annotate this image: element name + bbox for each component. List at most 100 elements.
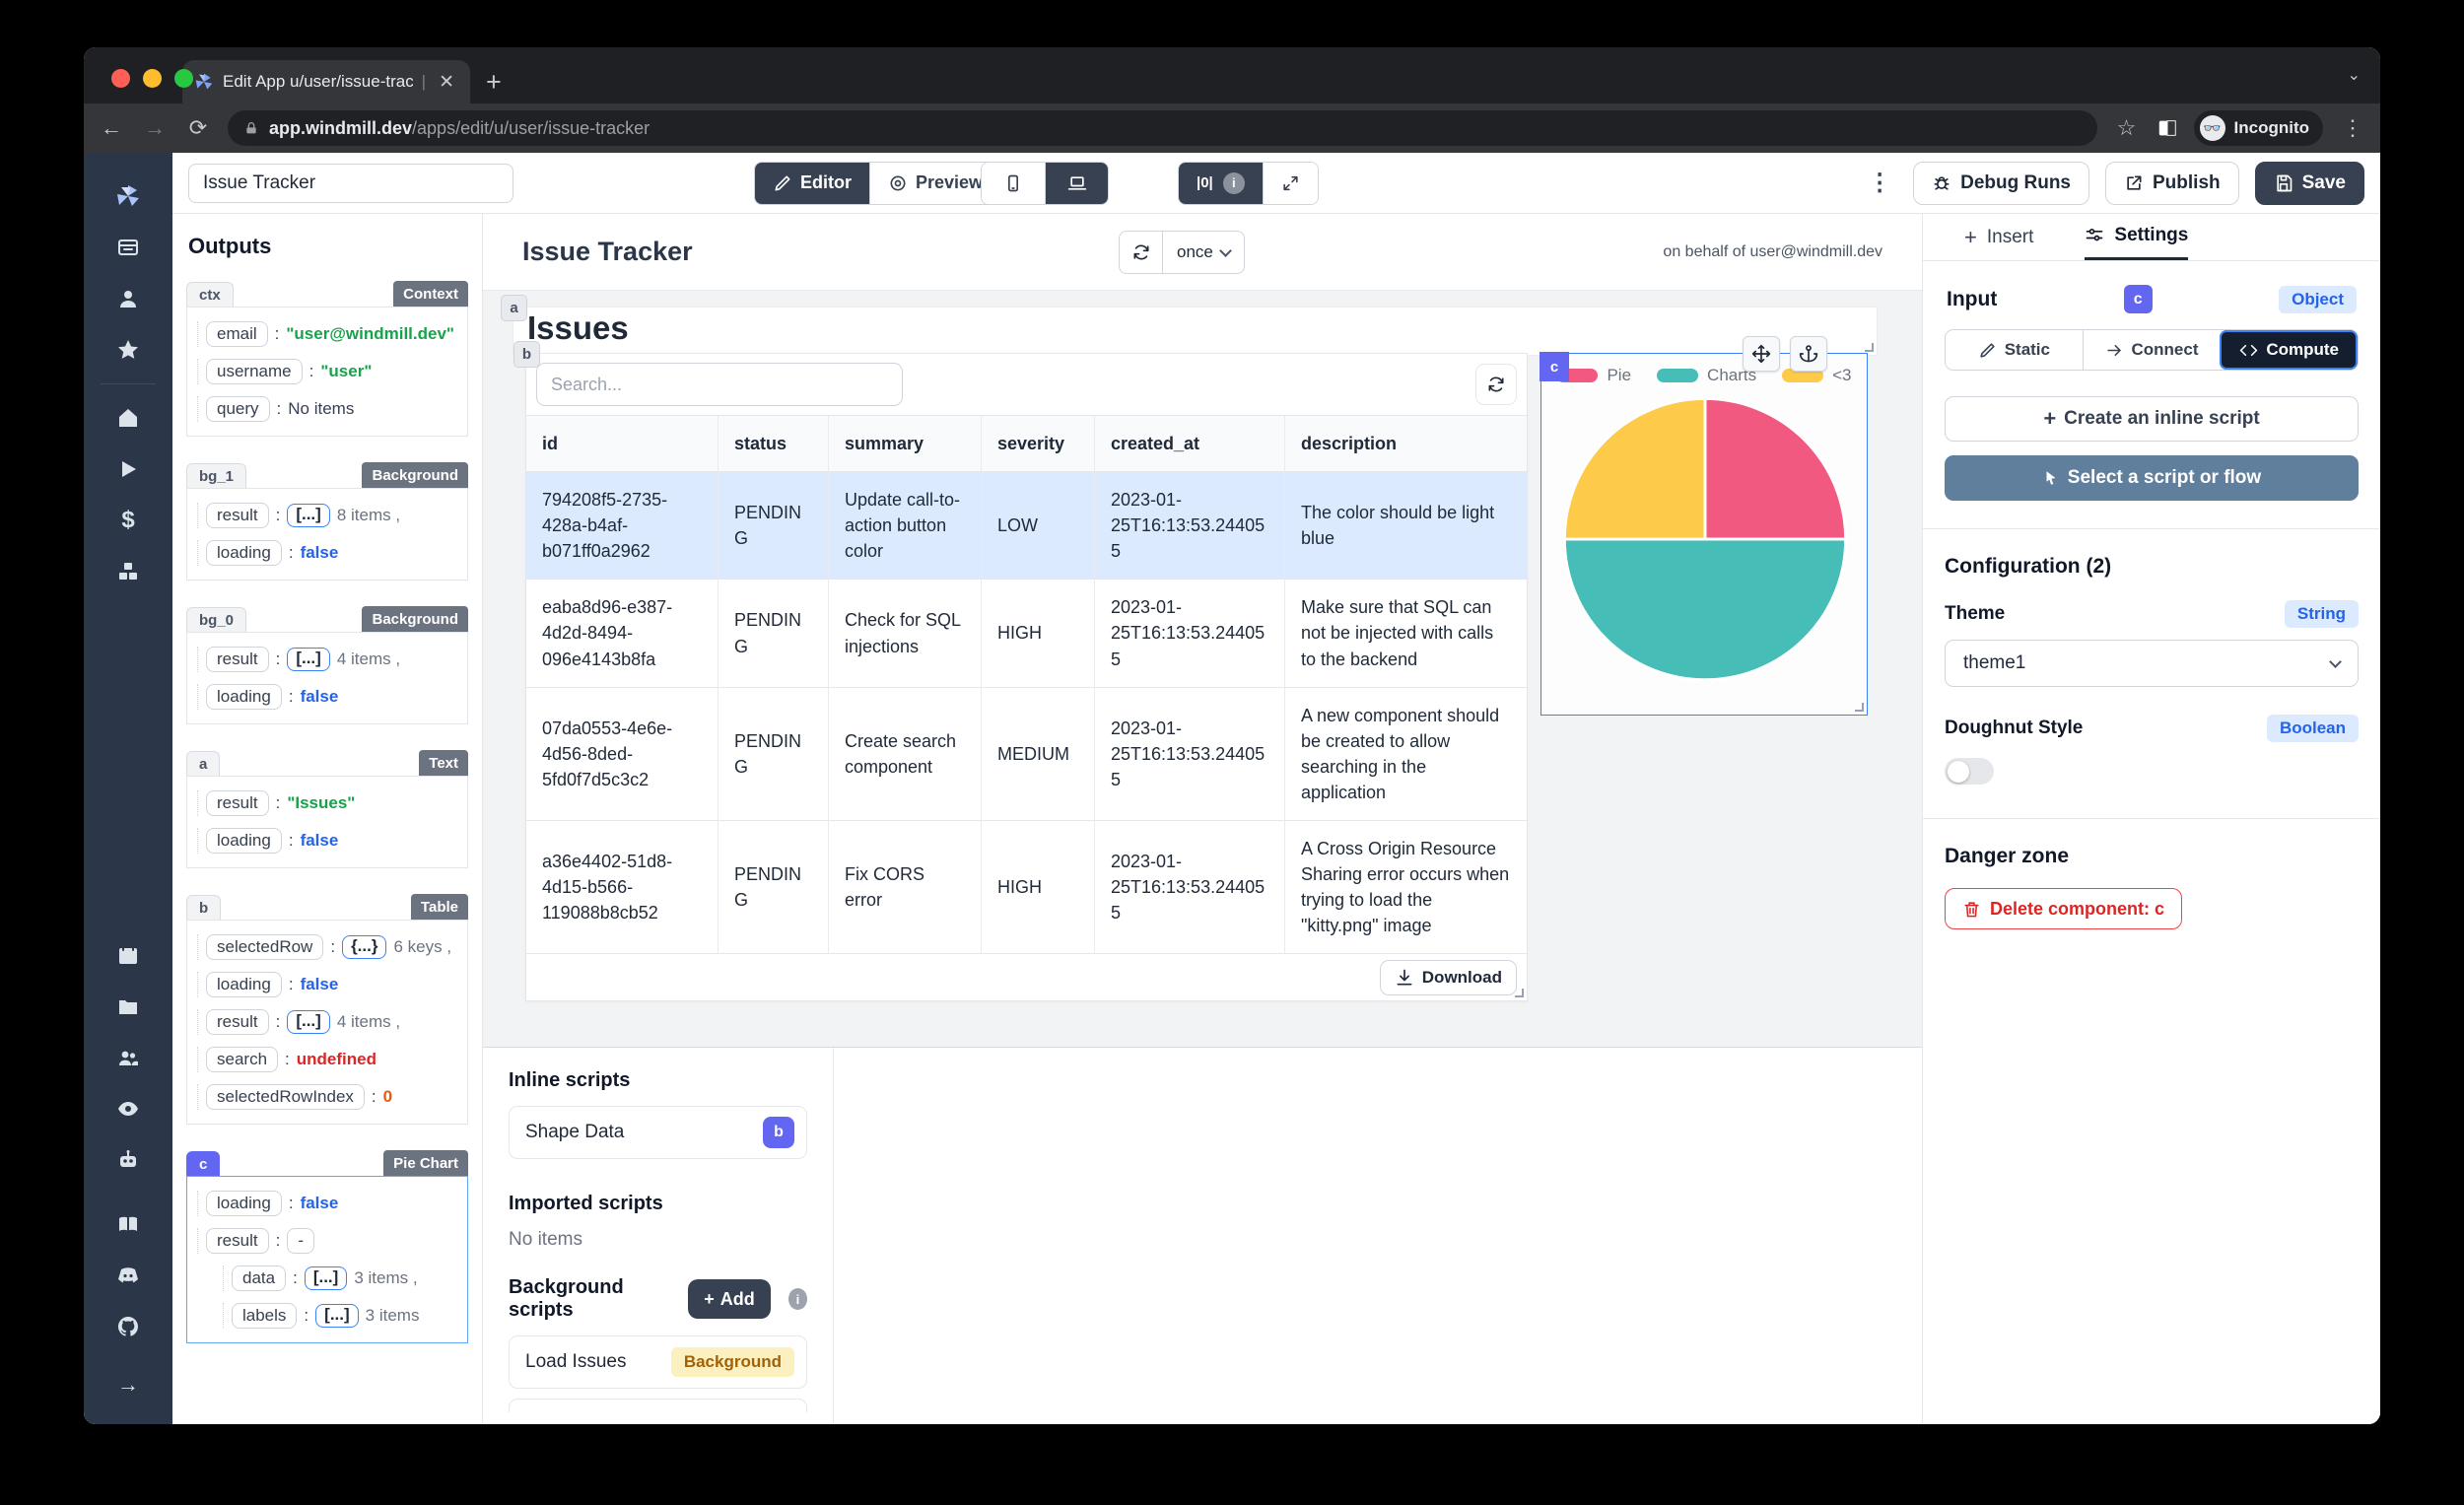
side-panel-icon[interactable] [2156, 117, 2178, 139]
new-tab-button[interactable]: + [486, 69, 502, 96]
bookmark-star-icon[interactable]: ☆ [2113, 115, 2141, 141]
table-cell-description[interactable]: A new component should be created to all… [1285, 687, 1527, 820]
table-cell-id[interactable]: 07da0553-4e6e-4d56-8ded-5fd0f7d5c3c2 [526, 687, 719, 820]
fullscreen-button[interactable] [1263, 163, 1318, 204]
reload-icon[interactable]: ⟳ [184, 115, 212, 141]
resize-handle[interactable] [1855, 703, 1864, 712]
output-section-id[interactable]: a [186, 751, 220, 776]
mode-static-button[interactable]: Static [1946, 330, 2083, 370]
delete-component-button[interactable]: Delete component: c [1945, 888, 2182, 929]
table-component-b[interactable]: b idstatussummaryseveritycreated_atdescr… [525, 353, 1528, 1001]
download-button[interactable]: Download [1380, 960, 1517, 995]
mode-connect-button[interactable]: Connect [2083, 330, 2221, 370]
output-section-id[interactable]: c [186, 1151, 220, 1176]
pie-slice-Pie[interactable] [1705, 398, 1846, 539]
output-row-email[interactable]: email:"user@windmill.dev" [197, 321, 455, 347]
refresh-button[interactable] [1120, 232, 1163, 273]
variables-dollar-icon[interactable]: $ [115, 508, 141, 533]
groups-users-icon[interactable] [115, 1045, 141, 1070]
maximize-window-button[interactable] [174, 69, 193, 88]
output-section-id[interactable]: b [186, 895, 221, 920]
component-label-b[interactable]: b [513, 341, 540, 368]
audit-eye-icon[interactable] [115, 1096, 141, 1122]
pie-chart-component-c[interactable]: c PieCharts<3 [1540, 353, 1868, 716]
table-cell-id[interactable]: 794208f5-2735-428a-b4af-b071ff0a2962 [526, 471, 719, 579]
script-card-partial[interactable] [509, 1399, 807, 1412]
table-cell-severity[interactable]: HIGH [982, 820, 1095, 953]
output-section-a[interactable]: aTextresult:"Issues"loading:false [186, 746, 468, 868]
output-row-loading[interactable]: loading:false [197, 1191, 455, 1216]
output-section-bg_1[interactable]: bg_1Backgroundresult:[...]8 items ,loadi… [186, 458, 468, 581]
minimize-window-button[interactable] [143, 69, 162, 88]
output-row-loading[interactable]: loading:false [197, 684, 455, 710]
output-row-result[interactable]: result:[...]4 items , [197, 1009, 455, 1035]
table-cell-summary[interactable]: Check for SQL injections [829, 579, 982, 686]
app-name-input[interactable] [188, 164, 513, 203]
table-cell-summary[interactable]: Update call-to-action button color [829, 471, 982, 579]
browser-menu-icon[interactable]: ⋮ [2339, 115, 2366, 141]
output-section-id[interactable]: ctx [186, 282, 234, 307]
table-cell-status[interactable]: PENDING [719, 579, 829, 686]
theme-select[interactable]: theme1 [1945, 640, 2359, 687]
close-window-button[interactable] [111, 69, 130, 88]
address-field[interactable]: app.windmill.dev/apps/edit/u/user/issue-… [228, 110, 2097, 146]
user-icon[interactable] [115, 286, 141, 311]
tab-insert[interactable]: + Insert [1964, 214, 2033, 260]
forward-icon[interactable]: → [141, 115, 169, 141]
resize-handle[interactable] [1515, 989, 1524, 997]
table-cell-description[interactable]: A Cross Origin Resource Sharing error oc… [1285, 820, 1527, 953]
output-section-ctx[interactable]: ctxContextemail:"user@windmill.dev"usern… [186, 277, 468, 437]
favorites-star-icon[interactable] [115, 337, 141, 363]
runs-play-icon[interactable] [115, 456, 141, 482]
text-component-a[interactable]: a Issues [513, 307, 1878, 356]
publish-button[interactable]: Publish [2105, 162, 2239, 205]
table-cell-severity[interactable]: MEDIUM [982, 687, 1095, 820]
select-script-button[interactable]: Select a script or flow [1945, 455, 2359, 501]
schedules-calendar-icon[interactable] [115, 942, 141, 968]
desktop-view-button[interactable] [1045, 163, 1108, 204]
output-row-data[interactable]: data:[...]3 items , [223, 1266, 455, 1291]
editor-mode-button[interactable]: Editor [755, 163, 869, 204]
script-card[interactable]: Load IssuesBackground [509, 1335, 807, 1389]
output-row-result[interactable]: result:[...]8 items , [197, 503, 455, 528]
traffic-lights[interactable] [111, 69, 193, 88]
table-cell-description[interactable]: The color should be light blue [1285, 471, 1527, 579]
back-icon[interactable]: ← [98, 115, 125, 141]
table-cell-severity[interactable]: LOW [982, 471, 1095, 579]
discord-icon[interactable] [115, 1263, 141, 1288]
profile-chip[interactable]: 👓 Incognito [2194, 110, 2323, 146]
column-header-id[interactable]: id [526, 415, 719, 471]
output-section-b[interactable]: bTableselectedRow:{...}6 keys ,loading:f… [186, 890, 468, 1125]
tab-search-chevron-icon[interactable]: ⌄ [2348, 65, 2361, 85]
table-cell-status[interactable]: PENDING [719, 687, 829, 820]
mobile-view-button[interactable] [982, 163, 1045, 204]
windmill-logo[interactable] [115, 183, 141, 209]
table-cell-status[interactable]: PENDING [719, 471, 829, 579]
output-row-loading[interactable]: loading:false [197, 540, 455, 566]
output-row-search[interactable]: search:undefined [197, 1047, 455, 1072]
table-cell-created_at[interactable]: 2023-01-25T16:13:53.244055 [1095, 579, 1285, 686]
workers-robot-icon[interactable] [115, 1147, 141, 1173]
browser-tab[interactable]: Edit App u/user/issue-tracker | ✕ [182, 60, 470, 103]
output-row-loading[interactable]: loading:false [197, 828, 455, 854]
column-header-description[interactable]: description [1285, 415, 1527, 471]
save-button[interactable]: Save [2255, 162, 2364, 205]
table-refresh-button[interactable] [1475, 364, 1517, 405]
table-cell-severity[interactable]: HIGH [982, 579, 1095, 686]
add-background-script-button[interactable]: +Add [688, 1279, 771, 1319]
table-cell-summary[interactable]: Fix CORS error [829, 820, 982, 953]
output-row-result[interactable]: result:- [197, 1228, 455, 1254]
output-row-username[interactable]: username:"user" [197, 359, 455, 384]
output-section-id[interactable]: bg_1 [186, 463, 246, 488]
output-row-selectedRow[interactable]: selectedRow:{...}6 keys , [197, 934, 455, 960]
schedule-control[interactable]: once [1119, 231, 1245, 274]
table-cell-created_at[interactable]: 2023-01-25T16:13:53.244055 [1095, 820, 1285, 953]
move-component-button[interactable] [1743, 336, 1780, 372]
toolbar-menu-icon[interactable]: ⋮ [1862, 169, 1897, 197]
table-cell-id[interactable]: a36e4402-51d8-4d15-b566-119088b8cb52 [526, 820, 719, 953]
output-row-loading[interactable]: loading:false [197, 972, 455, 997]
anchor-component-button[interactable] [1790, 336, 1827, 372]
column-header-severity[interactable]: severity [982, 415, 1095, 471]
column-header-created_at[interactable]: created_at [1095, 415, 1285, 471]
pie-slice-Charts[interactable] [1564, 539, 1845, 680]
